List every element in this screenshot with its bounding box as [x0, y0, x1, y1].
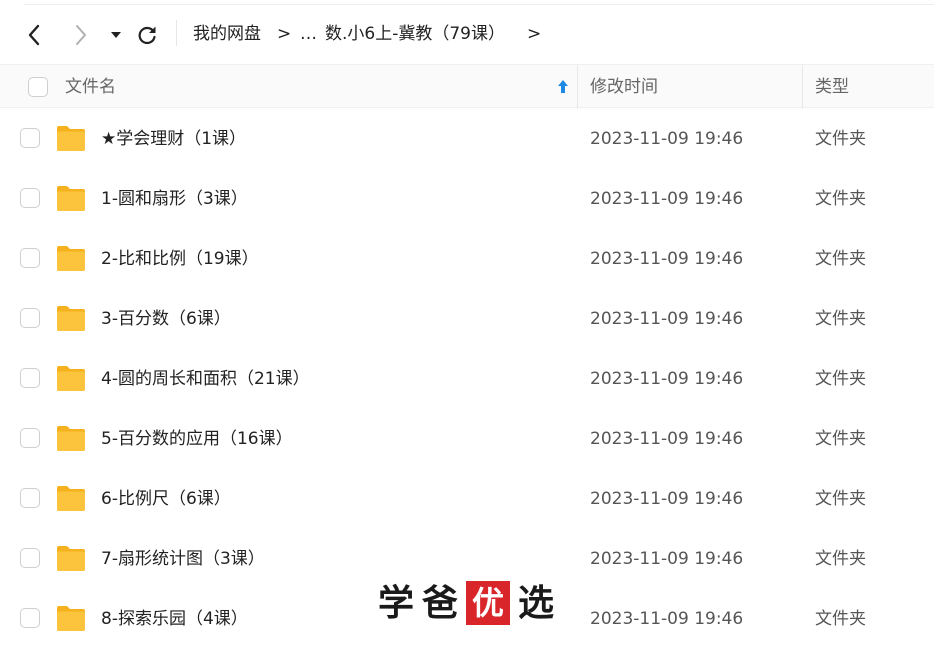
file-modified-time: 2023-11-09 19:46: [590, 609, 744, 629]
table-row[interactable]: 6-比例尺（6课） 2023-11-09 19:46 文件夹: [0, 469, 934, 529]
sort-ascending-icon[interactable]: [556, 78, 570, 96]
chevron-left-icon: [28, 24, 40, 46]
navigation-bar: 我的网盘 > … 数.小6上-冀教（79课） >: [0, 0, 934, 64]
file-modified-time: 2023-11-09 19:46: [590, 309, 744, 329]
file-name[interactable]: 3-百分数（6课）: [101, 307, 231, 331]
file-type: 文件夹: [815, 309, 866, 329]
file-type: 文件夹: [815, 369, 866, 389]
folder-icon: [57, 306, 85, 331]
breadcrumb-separator-icon: >: [277, 24, 292, 44]
column-header-name[interactable]: 文件名: [65, 76, 116, 98]
select-all-checkbox[interactable]: [28, 77, 48, 97]
folder-icon: [57, 246, 85, 271]
file-modified-time: 2023-11-09 19:46: [590, 489, 744, 509]
file-type: 文件夹: [815, 429, 866, 449]
column-divider[interactable]: [802, 65, 803, 109]
file-name[interactable]: 8-探索乐园（4课）: [101, 607, 248, 631]
folder-icon: [57, 126, 85, 151]
breadcrumb-separator-icon: >: [527, 24, 542, 44]
folder-icon: [57, 606, 85, 631]
breadcrumb-current[interactable]: 数.小6上-冀教（79课）: [325, 22, 505, 46]
file-modified-time: 2023-11-09 19:46: [590, 549, 744, 569]
breadcrumb-root[interactable]: 我的网盘: [193, 22, 261, 46]
file-type: 文件夹: [815, 489, 866, 509]
file-modified-time: 2023-11-09 19:46: [590, 129, 744, 149]
file-modified-time: 2023-11-09 19:46: [590, 429, 744, 449]
row-checkbox[interactable]: [20, 368, 40, 388]
file-type: 文件夹: [815, 249, 866, 269]
row-checkbox[interactable]: [20, 488, 40, 508]
caret-down-icon: [111, 32, 121, 38]
table-row[interactable]: 3-百分数（6课） 2023-11-09 19:46 文件夹: [0, 289, 934, 349]
row-checkbox[interactable]: [20, 188, 40, 208]
column-header-type[interactable]: 类型: [815, 76, 849, 98]
file-name[interactable]: 2-比和比例（19课）: [101, 247, 259, 271]
history-dropdown-button[interactable]: [102, 21, 130, 49]
folder-icon: [57, 186, 85, 211]
table-header: 文件名 修改时间 类型: [0, 64, 934, 109]
file-type: 文件夹: [815, 129, 866, 149]
back-button[interactable]: [20, 21, 48, 49]
row-checkbox[interactable]: [20, 548, 40, 568]
watermark-char: 爸: [422, 582, 459, 624]
row-checkbox[interactable]: [20, 608, 40, 628]
row-checkbox[interactable]: [20, 128, 40, 148]
row-checkbox[interactable]: [20, 428, 40, 448]
row-checkbox[interactable]: [20, 308, 40, 328]
file-name[interactable]: 1-圆和扇形（3课）: [101, 187, 248, 211]
chevron-right-icon: [76, 25, 86, 45]
table-row[interactable]: ★学会理财（1课） 2023-11-09 19:46 文件夹: [0, 109, 934, 169]
refresh-icon: [138, 26, 156, 45]
file-modified-time: 2023-11-09 19:46: [590, 369, 744, 389]
file-name[interactable]: 6-比例尺（6课）: [101, 487, 231, 511]
watermark-char: 学: [378, 582, 415, 624]
folder-icon: [57, 426, 85, 451]
column-divider[interactable]: [577, 65, 578, 109]
file-modified-time: 2023-11-09 19:46: [590, 189, 744, 209]
table-row[interactable]: 5-百分数的应用（16课） 2023-11-09 19:46 文件夹: [0, 409, 934, 469]
file-name[interactable]: 7-扇形统计图（3课）: [101, 547, 265, 571]
table-row[interactable]: 1-圆和扇形（3课） 2023-11-09 19:46 文件夹: [0, 169, 934, 229]
file-name[interactable]: ★学会理财（1课）: [101, 127, 246, 151]
watermark-seal: 优: [466, 581, 511, 625]
refresh-button[interactable]: [133, 21, 161, 49]
row-checkbox[interactable]: [20, 248, 40, 268]
breadcrumb-ellipsis[interactable]: …: [300, 22, 317, 46]
file-type: 文件夹: [815, 609, 866, 629]
file-modified-time: 2023-11-09 19:46: [590, 249, 744, 269]
file-name[interactable]: 4-圆的周长和面积（21课）: [101, 367, 310, 391]
watermark: 学 爸 优 选: [378, 580, 554, 626]
file-type: 文件夹: [815, 549, 866, 569]
file-type: 文件夹: [815, 189, 866, 209]
toolbar-divider: [176, 20, 177, 46]
table-row[interactable]: 2-比和比例（19课） 2023-11-09 19:46 文件夹: [0, 229, 934, 289]
folder-icon: [57, 546, 85, 571]
table-row[interactable]: 4-圆的周长和面积（21课） 2023-11-09 19:46 文件夹: [0, 349, 934, 409]
folder-icon: [57, 486, 85, 511]
folder-icon: [57, 366, 85, 391]
file-name[interactable]: 5-百分数的应用（16课）: [101, 427, 293, 451]
forward-button[interactable]: [67, 21, 95, 49]
column-header-modified[interactable]: 修改时间: [590, 76, 658, 98]
watermark-char: 选: [518, 582, 555, 624]
